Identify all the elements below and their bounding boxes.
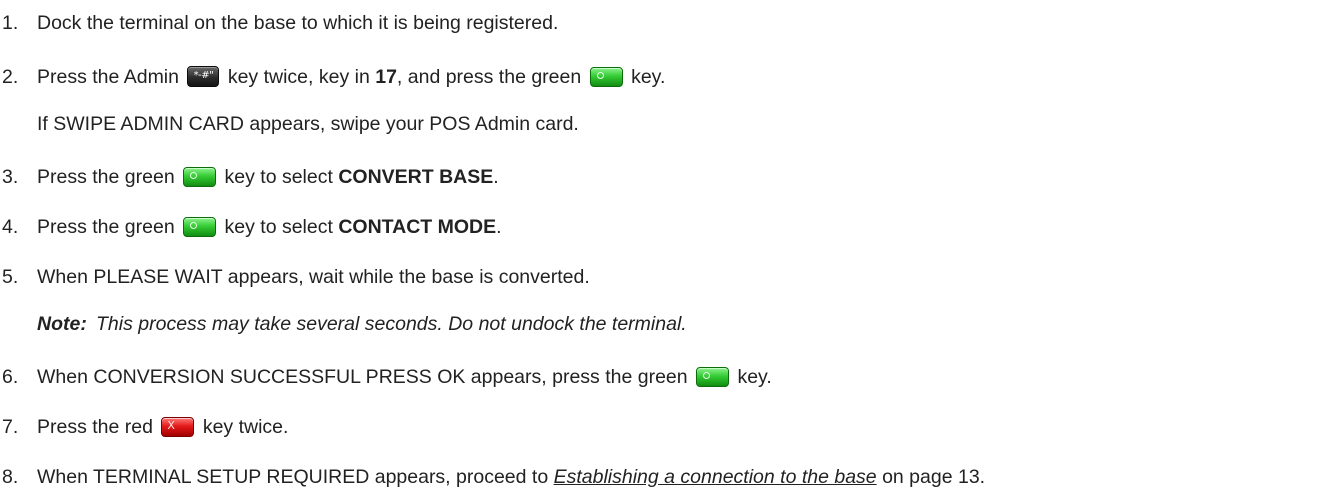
step-text: When PLEASE WAIT appears, wait while the… <box>37 266 590 288</box>
step-2-continuation: If SWIPE ADMIN CARD appears, swipe your … <box>37 113 579 135</box>
step-text: Dock the terminal on the base to which i… <box>37 12 559 34</box>
admin-key-icon: *-#" <box>187 66 220 87</box>
step-number: 7. <box>2 416 19 438</box>
green-ok-key-icon <box>183 217 217 237</box>
step-text: When CONVERSION SUCCESSFUL PRESS OK appe… <box>37 366 772 388</box>
step-5-note: Note: This process may take several secon… <box>37 309 687 339</box>
step-number: 2. <box>2 66 19 88</box>
code-17: 17 <box>375 66 397 88</box>
convert-base-label: CONVERT BASE <box>338 166 494 188</box>
step-number: 3. <box>2 166 19 188</box>
step-text: Press the green key to select CONVERT BA… <box>37 166 499 188</box>
establishing-connection-link[interactable]: Establishing a connection to the base <box>554 466 877 488</box>
step-text: Press the green key to select CONTACT MO… <box>37 216 502 238</box>
note-label: Note: <box>37 313 87 335</box>
green-ok-key-icon <box>696 367 730 387</box>
green-ok-key-icon <box>589 67 623 87</box>
step-text: Press the Admin *-#" key twice, key in 1… <box>37 66 666 88</box>
step-number: 1. <box>2 12 19 34</box>
green-ok-key-icon <box>183 167 217 187</box>
step-number: 5. <box>2 266 19 288</box>
step-text: When TERMINAL SETUP REQUIRED appears, pr… <box>37 466 986 488</box>
step-number: 6. <box>2 366 19 388</box>
step-number: 8. <box>2 466 19 488</box>
step-number: 4. <box>2 216 19 238</box>
red-cancel-key-icon: X <box>161 417 195 437</box>
instruction-document: 1. Dock the terminal on the base to whic… <box>0 0 1322 502</box>
contact-mode-label: CONTACT MODE <box>338 216 497 238</box>
note-text: This process may take several seconds. D… <box>96 313 687 335</box>
step-text: Press the red X key twice. <box>37 416 289 438</box>
